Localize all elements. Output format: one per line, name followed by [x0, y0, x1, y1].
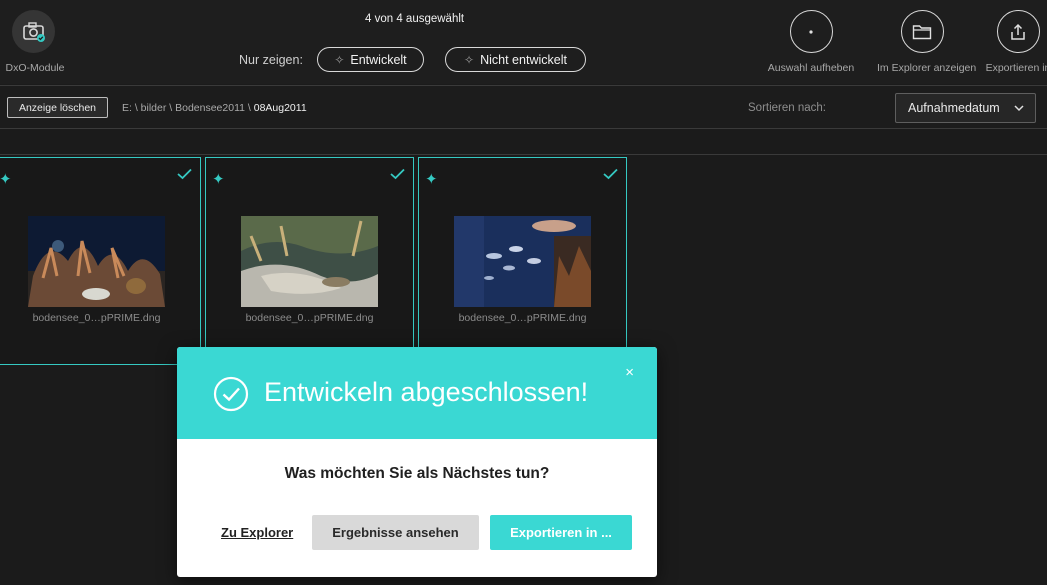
chevron-down-icon — [1014, 105, 1024, 112]
breadcrumb-current: 08Aug2011 — [253, 102, 307, 114]
sort-label: Sortieren nach: — [748, 102, 826, 114]
dialog-title: Entwickeln abgeschlossen! — [264, 377, 589, 407]
check-icon[interactable] — [177, 168, 192, 180]
show-in-explorer-button[interactable]: Im Explorer anzeigen — [877, 10, 977, 74]
thumbnail-filename: bodensee_0…pPRIME.dng — [245, 312, 374, 324]
thumbnail-card[interactable]: ✦ bodensee_0…pPRIME.dng — [205, 157, 414, 365]
filter-label: Nur zeigen: — [239, 53, 303, 67]
sort-value: Aufnahmedatum — [908, 101, 1000, 115]
thumbnail-card[interactable]: ✦ bodensee_0…pPRIME.dng — [0, 157, 201, 365]
thumbnail-card[interactable]: ✦ bodensee_0…pPRIME.dng — [418, 157, 627, 365]
filter-developed-button[interactable]: ✧ Entwickelt — [317, 47, 424, 72]
sparkle-icon: ✦ — [0, 171, 12, 188]
filter-not-developed-label: Nicht entwickelt — [480, 52, 567, 67]
check-circle-icon — [213, 376, 249, 412]
top-toolbar: DxO-Module 4 von 4 ausgewählt Nur zeigen… — [0, 0, 1047, 84]
close-icon[interactable]: × — [625, 364, 634, 381]
filter-developed-label: Entwickelt — [350, 52, 407, 67]
deselect-circle — [789, 10, 833, 53]
path-bar: Anzeige löschen E: \ bilder \ Bodensee20… — [0, 85, 1047, 129]
deselect-button[interactable]: Auswahl aufheben — [766, 10, 856, 74]
sparkle-icon: ✧ — [464, 52, 475, 67]
thumbnail-filename: bodensee_0…pPRIME.dng — [458, 312, 587, 324]
breadcrumb: E: \ bilder \ Bodensee2011 \ 08Aug2011 — [122, 102, 307, 114]
sparkle-icon: ✦ — [212, 171, 225, 188]
check-icon[interactable] — [390, 168, 405, 180]
dialog-header: Entwickeln abgeschlossen! × — [177, 347, 657, 439]
export-button[interactable]: Exportieren in — [973, 10, 1047, 74]
thumbnail-filename: bodensee_0…pPRIME.dng — [32, 312, 161, 324]
export-to-button[interactable]: Exportieren in ... — [490, 515, 632, 550]
app-window: DxO-Module 4 von 4 ausgewählt Nur zeigen… — [0, 0, 1047, 585]
view-results-button[interactable]: Ergebnisse ansehen — [312, 515, 479, 550]
explorer-circle — [900, 10, 944, 53]
export-label: Exportieren in — [985, 62, 1047, 74]
breadcrumb-path[interactable]: E: \ bilder \ Bodensee2011 \ — [122, 102, 254, 114]
dialog-question: Was möchten Sie als Nächstes tun? — [284, 465, 550, 482]
check-icon[interactable] — [603, 168, 618, 180]
completion-dialog: Entwickeln abgeschlossen! × Was möchten … — [177, 347, 657, 577]
sparkle-icon: ✧ — [334, 52, 345, 67]
export-circle — [996, 10, 1040, 53]
module-label: DxO-Module — [5, 62, 65, 74]
thumbnail-image — [454, 216, 591, 307]
thumbnail-image — [28, 216, 165, 307]
go-to-explorer-link[interactable]: Zu Explorer — [221, 525, 293, 540]
divider — [0, 154, 1047, 155]
folder-icon — [912, 24, 932, 39]
deselect-label: Auswahl aufheben — [767, 62, 855, 74]
thumbnail-image — [241, 216, 378, 307]
filter-not-developed-button[interactable]: ✧ Nicht entwickelt — [445, 47, 586, 72]
explorer-label: Im Explorer anzeigen — [877, 62, 977, 74]
dot-icon — [809, 29, 813, 34]
clear-view-button[interactable]: Anzeige löschen — [7, 97, 108, 118]
sparkle-icon: ✦ — [425, 171, 438, 188]
sort-dropdown[interactable]: Aufnahmedatum — [895, 93, 1036, 123]
upload-icon — [1011, 23, 1025, 40]
